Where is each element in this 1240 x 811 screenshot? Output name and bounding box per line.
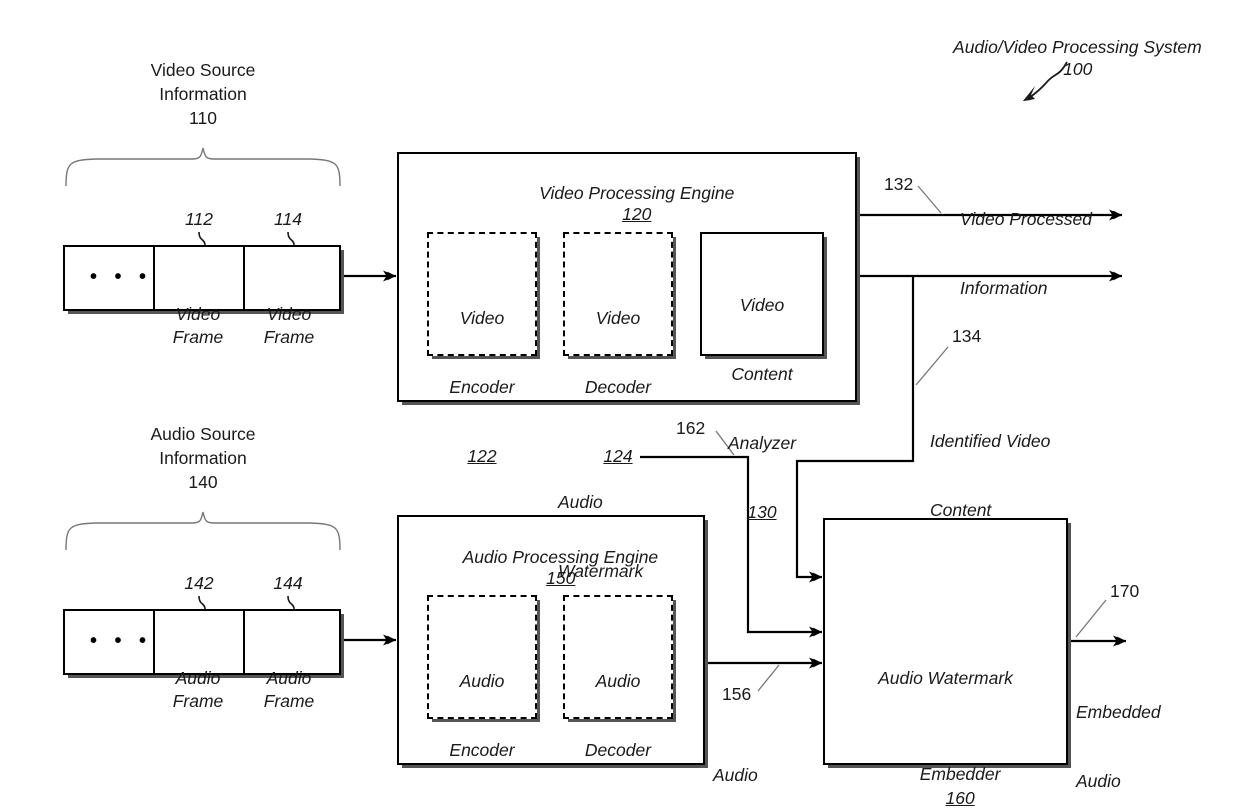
video-source-brace	[65, 147, 341, 187]
signal-132-ref: 132	[884, 174, 914, 194]
audio-frame-144-ref: 144	[273, 573, 303, 593]
audio-frame-144-label: Audio Frame	[263, 668, 315, 711]
signal-170-label: Embedded Audio Information	[1076, 655, 1164, 811]
signal-162-line1: Audio	[558, 492, 603, 512]
audio-frame-142-ref: 142	[184, 573, 214, 593]
signal-134-ref: 134	[952, 326, 982, 346]
system-ref: 100	[918, 38, 1218, 101]
signal-156-ref: 156	[722, 684, 752, 704]
audio-source-brace	[65, 511, 341, 551]
leader-156	[757, 664, 780, 692]
signal-170-ref: 170	[1110, 581, 1140, 601]
audio-source-title-line2: Information	[159, 448, 247, 468]
signal-132-line2: Information	[960, 278, 1048, 298]
audio-frames-ellipsis: • • •	[89, 630, 153, 652]
signal-162-ref: 162	[676, 418, 706, 438]
video-encoder-ref: 122	[467, 446, 497, 466]
video-encoder-label: Video Encoder 122	[427, 261, 537, 514]
audio-watermark-embedder-label: Audio Watermark Embedder 160	[823, 618, 1068, 811]
system-ref-text: 100	[1063, 59, 1093, 79]
video-content-analyzer-ref: 130	[747, 502, 777, 522]
video-frame-114-ref: 114	[274, 209, 302, 229]
video-engine-title-text: Video Processing Engine	[539, 183, 735, 203]
video-source-ref: 110	[189, 108, 217, 128]
embedder-title-line2: Embedder	[919, 764, 1001, 784]
signal-170-line1: Embedded	[1076, 702, 1161, 722]
signal-156-label: Audio Processed Information	[713, 718, 801, 811]
signal-162-line2: Watermark	[558, 561, 644, 581]
audio-frame-142-label: Audio Frame	[172, 668, 224, 711]
signal-162-label: Audio Watermark	[558, 445, 643, 629]
leader-132	[917, 185, 942, 214]
signal-132-label: Video Processed Information	[960, 162, 1092, 346]
signal-170-line2: Audio	[1076, 771, 1121, 791]
audio-encoder-label: Audio Encoder 152	[427, 624, 537, 811]
leader-170	[1075, 599, 1107, 638]
audio-decoder-label: Audio Decoder 154	[563, 624, 673, 811]
embedder-ref: 160	[945, 788, 975, 808]
video-frames-ellipsis: • • •	[89, 266, 153, 288]
leader-134	[915, 346, 949, 386]
audio-source-title-line1: Audio Source	[150, 424, 256, 444]
video-source-title-line2: Information	[159, 84, 247, 104]
audio-source-ref: 140	[188, 472, 218, 492]
video-engine-ref: 120	[622, 204, 652, 224]
embedder-title-line1: Audio Watermark	[878, 668, 1013, 688]
video-content-analyzer-label: Video Content Analyzer 130	[700, 248, 824, 570]
video-frame-112-ref: 112	[185, 209, 213, 229]
signal-156-line1: Audio	[713, 765, 758, 785]
video-source-title-line1: Video Source	[150, 60, 256, 80]
signal-134-line1: Identified Video	[930, 431, 1051, 451]
video-frame-112-label: Video Frame	[172, 304, 224, 347]
patent-figure-canvas: Audio/Video Processing System 100 Video …	[0, 0, 1240, 811]
signal-132-line1: Video Processed	[960, 209, 1092, 229]
video-frame-114-label: Video Frame	[263, 304, 315, 347]
